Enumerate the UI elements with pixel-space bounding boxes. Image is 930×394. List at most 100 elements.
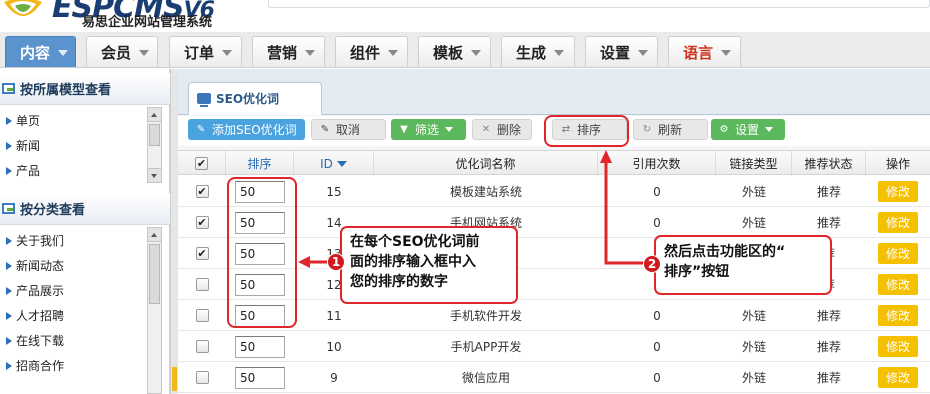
row-checkbox[interactable] [195,309,209,322]
collapse-handle[interactable] [172,367,177,391]
row-action-cell: 修改 [866,238,930,269]
row-select-cell [178,269,226,300]
select-all-cell: ✔ [178,151,226,176]
sort-order-input[interactable]: 50 [235,366,285,389]
row-checkbox[interactable]: ✔ [195,247,209,260]
chevron-down-icon [638,50,649,56]
nav-item-label: 会员 [101,43,132,62]
funnel-icon: ▼ [400,123,408,135]
nav-item-settings[interactable]: 设置 [585,36,658,67]
sidebar-item-about[interactable]: 关于我们 [6,232,64,249]
sidebar-item-partners[interactable]: 招商合作 [6,357,64,374]
refresh-button[interactable]: ↻ 刷新 [633,119,708,140]
sidebar-item-product[interactable]: 产品 [6,162,40,179]
chevron-down-icon [388,50,399,56]
callout-step-2: 然后点击功能区的“ 排序”按钮 [654,235,832,295]
select-all-checkbox[interactable]: ✔ [195,157,208,170]
scroll-up-button[interactable] [148,228,161,242]
row-select-cell [178,300,226,331]
row-checkbox[interactable] [195,340,209,353]
edit-button[interactable]: 修改 [878,305,918,326]
triangle-right-icon [6,116,12,125]
row-refs: 0 [653,184,661,199]
chevron-down-icon [305,50,316,56]
nav-item-template[interactable]: 模板 [418,36,491,67]
nav-item-component[interactable]: 组件 [335,36,408,67]
chevron-down-icon [222,50,233,56]
sidebar-item-showcase[interactable]: 产品展示 [6,282,64,299]
button-label: 取消 [336,123,361,137]
nav-item-member[interactable]: 会员 [86,36,158,67]
sidebar-item-news-updates[interactable]: 新闻动态 [6,257,64,274]
sidebar-item-news[interactable]: 新闻 [6,137,40,154]
sidebar-item-download[interactable]: 在线下载 [6,332,64,349]
row-checkbox[interactable] [195,371,209,384]
row-checkbox[interactable]: ✔ [195,185,209,198]
table-header: ✔ 排序 ID 优化词名称 引用次数 链接类型 推荐状态 操作 [178,150,930,176]
nav-item-language[interactable]: 语言 [668,36,741,67]
scroll-thumb[interactable] [149,124,160,146]
sort-order-input[interactable]: 50 [235,335,285,358]
add-keyword-button[interactable]: ✎ 添加SEO优化词 [188,119,305,140]
filter-button[interactable]: ▼ 筛选 [391,119,466,140]
header-id[interactable]: ID [294,151,374,176]
edit-icon: ✎ [196,123,206,135]
triangle-right-icon [6,311,12,320]
edit-icon: ✎ [320,123,330,135]
sidebar-item-label: 新闻 [16,139,41,153]
chevron-down-icon [58,50,69,56]
row-sort-cell: 50 [226,331,294,362]
edit-button[interactable]: 修改 [878,336,918,357]
nav-item-label: 设置 [600,43,631,62]
sidebar-section-category[interactable]: 按分类查看 [0,193,170,225]
callout-text-line: 在每个SEO优化词前 [350,234,480,250]
sidebar-splitter[interactable] [170,69,178,394]
tab-seo-keywords[interactable]: SEO优化词 [188,82,322,115]
edit-button[interactable]: 修改 [878,243,918,264]
row-refs: 0 [653,308,661,323]
nav-item-generate[interactable]: 生成 [501,36,575,67]
row-recommend: 推荐 [816,309,841,323]
edit-button[interactable]: 修改 [878,274,918,295]
row-action-cell: 修改 [866,362,930,393]
triangle-right-icon [6,166,12,175]
sidebar-section-model[interactable]: 按所属模型查看 [0,73,170,105]
nav-item-label: 内容 [20,43,51,62]
row-select-cell [178,362,226,393]
delete-button[interactable]: ✕ 删除 [472,119,532,140]
top-search-box[interactable] [268,0,930,8]
nav-item-marketing[interactable]: 营销 [252,36,325,67]
scroll-up-button[interactable] [148,108,161,122]
edit-button[interactable]: 修改 [878,181,918,202]
scroll-down-button[interactable] [148,168,161,182]
header-sort[interactable]: 排序 [226,151,294,176]
edit-button[interactable]: 修改 [878,367,918,388]
row-recommend: 推荐 [816,185,841,199]
row-refs: 0 [653,339,661,354]
sort-button-highlight [544,115,629,147]
chevron-down-icon [471,50,482,56]
sidebar-item-jobs[interactable]: 人才招聘 [6,307,64,324]
triangle-right-icon [6,286,12,295]
sort-inputs-highlight [227,177,297,328]
row-recommend: 推荐 [816,216,841,230]
scroll-thumb[interactable] [149,244,160,304]
row-checkbox[interactable] [195,278,209,291]
row-checkbox[interactable]: ✔ [195,216,209,229]
nav-item-content[interactable]: 内容 [5,36,76,67]
nav-item-order[interactable]: 订单 [169,36,242,67]
gear-icon: ⚙ [719,123,729,135]
edit-button[interactable]: 修改 [878,212,918,233]
row-action-cell: 修改 [866,269,930,300]
cancel-button[interactable]: ✎ 取消 [311,119,386,140]
sidebar-scrollbar[interactable] [147,107,162,183]
header-id-label: ID [320,156,333,171]
row-select-cell: ✔ [178,176,226,207]
button-label: 添加SEO优化词 [212,123,297,137]
nav-item-label: 语言 [683,43,714,62]
sidebar-scrollbar[interactable] [147,227,162,394]
sidebar-item-page[interactable]: 单页 [6,112,40,129]
row-name: 微信应用 [461,371,510,385]
step-2-badge: 2 [643,255,661,273]
settings-button[interactable]: ⚙ 设置 [711,119,785,140]
